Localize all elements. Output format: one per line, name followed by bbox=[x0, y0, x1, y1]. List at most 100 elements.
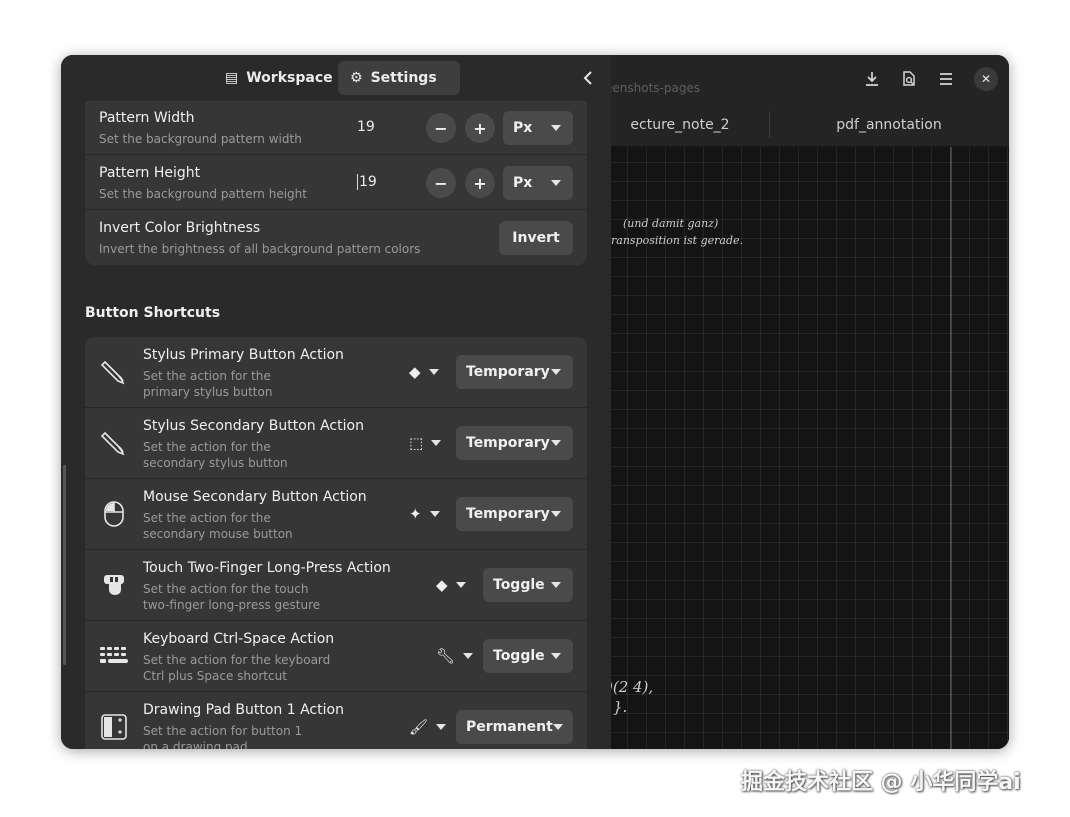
chevron-down-icon bbox=[551, 180, 561, 186]
mode-label: Permanent bbox=[466, 719, 553, 735]
mode-dropdown[interactable]: Temporary bbox=[456, 355, 573, 389]
chevron-down-icon bbox=[429, 511, 440, 517]
mode-label: Temporary bbox=[466, 506, 550, 522]
pattern-height-subtitle: Set the background pattern height bbox=[99, 187, 307, 201]
chevron-left-icon bbox=[583, 71, 592, 85]
mode-label: Temporary bbox=[466, 435, 550, 451]
shortcut-title: Touch Two-Finger Long-Press Action bbox=[143, 560, 391, 576]
tab-settings-label: Settings bbox=[370, 70, 437, 86]
shortcut-title: Mouse Secondary Button Action bbox=[143, 489, 367, 505]
pattern-width-increase-button[interactable]: + bbox=[465, 113, 495, 143]
tab-workspace[interactable]: ▤ Workspace bbox=[213, 61, 345, 95]
mode-dropdown[interactable]: Toggle bbox=[483, 639, 573, 673]
pattern-height-unit-dropdown[interactable]: Px bbox=[503, 166, 573, 200]
unit-label: Px bbox=[513, 120, 533, 136]
chevron-down-icon bbox=[551, 369, 561, 375]
shortcut-subtitle: Set the action for the keyboard bbox=[143, 653, 331, 667]
shortcut-row: Touch Two-Finger Long-Press Action Set t… bbox=[85, 550, 587, 621]
document-path: eenshots-pages bbox=[605, 81, 701, 95]
tool-picker[interactable]: ✦ bbox=[409, 497, 440, 531]
chevron-down-icon bbox=[436, 724, 447, 730]
button-shortcuts-card: Stylus Primary Button Action Set the act… bbox=[85, 337, 587, 749]
tab-workspace-label: Workspace bbox=[246, 70, 333, 86]
pattern-height-decrease-button[interactable]: − bbox=[426, 168, 456, 198]
download-icon bbox=[866, 72, 878, 86]
mode-dropdown[interactable]: Toggle bbox=[483, 568, 573, 602]
tool-picker[interactable]: ⬚ bbox=[409, 426, 442, 460]
tab-settings[interactable]: ⚙ Settings bbox=[338, 61, 460, 95]
stylus-icon bbox=[99, 428, 129, 458]
pattern-height-increase-button[interactable]: + bbox=[465, 168, 495, 198]
pattern-height-value[interactable]: 19 bbox=[357, 174, 377, 190]
tool-picker[interactable]: ◆ bbox=[436, 568, 466, 602]
shapes-icon: ✦ bbox=[409, 505, 422, 523]
shortcut-title: Stylus Secondary Button Action bbox=[143, 418, 364, 434]
pattern-width-subtitle: Set the background pattern width bbox=[99, 132, 302, 146]
drawing-canvas[interactable]: (und damit ganz) ransposition ist gerade… bbox=[607, 147, 1009, 749]
chevron-down-icon bbox=[431, 440, 442, 446]
mode-label: Temporary bbox=[466, 364, 550, 380]
gear-icon: ⚙ bbox=[350, 70, 363, 86]
shortcut-subtitle: secondary mouse button bbox=[143, 527, 293, 541]
sidebar-header: ▤ Workspace ⚙ Settings bbox=[61, 55, 611, 101]
eraser-icon: ◆ bbox=[436, 576, 448, 594]
handwriting-line: ransposition ist gerade. bbox=[611, 234, 744, 247]
chevron-down-icon bbox=[551, 582, 561, 588]
shortcut-subtitle: Set the action for the bbox=[143, 440, 271, 454]
shortcut-subtitle: Ctrl plus Space shortcut bbox=[143, 669, 287, 683]
sidebar-scrollbar[interactable] bbox=[63, 465, 66, 665]
pattern-settings-card: Pattern Width Set the background pattern… bbox=[85, 85, 587, 265]
app-window: eenshots-pages ✕ ecture_note_2 pdf_annot… bbox=[61, 55, 1009, 749]
chevron-down-icon bbox=[455, 582, 466, 588]
mode-dropdown[interactable]: Temporary bbox=[456, 497, 573, 531]
tool-picker[interactable]: 🔧︎ bbox=[436, 639, 474, 673]
main-menu-button[interactable] bbox=[932, 65, 960, 93]
export-button[interactable] bbox=[895, 65, 923, 93]
document-area: eenshots-pages ✕ ecture_note_2 pdf_annot… bbox=[605, 55, 1009, 749]
unit-label: Px bbox=[513, 175, 533, 191]
document-search-icon bbox=[903, 71, 915, 86]
collapse-sidebar-button[interactable] bbox=[575, 64, 601, 92]
invert-brightness-title: Invert Color Brightness bbox=[99, 220, 261, 236]
document-tabs: ecture_note_2 pdf_annotation bbox=[611, 103, 1009, 147]
settings-sidebar: Pattern Width Set the background pattern… bbox=[61, 55, 611, 749]
watermark: 掘金技术社区 @ 小华同学ai bbox=[741, 770, 1021, 795]
pattern-width-decrease-button[interactable]: − bbox=[426, 113, 456, 143]
shortcut-subtitle: primary stylus button bbox=[143, 385, 273, 399]
invert-brightness-subtitle: Invert the brightness of all background … bbox=[99, 242, 421, 256]
shortcut-row: Keyboard Ctrl-Space Action Set the actio… bbox=[85, 621, 587, 692]
download-button[interactable] bbox=[858, 65, 886, 93]
shortcut-subtitle: Set the action for the bbox=[143, 511, 271, 525]
tab-pdf-annotation[interactable]: pdf_annotation bbox=[770, 103, 1008, 147]
minus-icon: − bbox=[434, 173, 448, 193]
close-icon: ✕ bbox=[980, 72, 992, 86]
shortcut-title: Drawing Pad Button 1 Action bbox=[143, 702, 344, 718]
shortcut-row: Stylus Primary Button Action Set the act… bbox=[85, 337, 587, 408]
tool-picker[interactable]: ◆ bbox=[409, 355, 439, 389]
tab-lecture-note-2[interactable]: ecture_note_2 bbox=[605, 103, 755, 147]
close-window-button[interactable]: ✕ bbox=[974, 67, 998, 91]
handwriting-line: }. bbox=[613, 698, 628, 716]
shortcut-subtitle: Set the action for button 1 bbox=[143, 724, 303, 738]
drawing-pad-icon bbox=[99, 712, 129, 742]
tool-picker[interactable]: 🖌︎ bbox=[409, 710, 447, 744]
document-header: eenshots-pages ✕ bbox=[605, 55, 1009, 103]
brush-icon: 🖌︎ bbox=[409, 718, 429, 736]
chevron-down-icon bbox=[551, 125, 561, 131]
mode-label: Toggle bbox=[493, 648, 545, 664]
pattern-width-value[interactable]: 19 bbox=[357, 119, 375, 135]
invert-button[interactable]: Invert bbox=[499, 221, 573, 255]
chevron-down-icon bbox=[463, 653, 474, 659]
wrench-icon: 🔧︎ bbox=[436, 647, 456, 665]
shortcut-title: Keyboard Ctrl-Space Action bbox=[143, 631, 335, 647]
pattern-height-title: Pattern Height bbox=[99, 165, 201, 181]
mouse-icon bbox=[99, 499, 129, 529]
mode-dropdown[interactable]: Temporary bbox=[456, 426, 573, 460]
mode-dropdown[interactable]: Permanent bbox=[456, 710, 573, 744]
mode-label: Toggle bbox=[493, 577, 545, 593]
hamburger-menu-icon bbox=[940, 73, 952, 85]
stylus-icon bbox=[99, 357, 129, 387]
page-edge bbox=[950, 147, 952, 749]
chevron-down-icon bbox=[551, 511, 561, 517]
pattern-width-unit-dropdown[interactable]: Px bbox=[503, 111, 573, 145]
